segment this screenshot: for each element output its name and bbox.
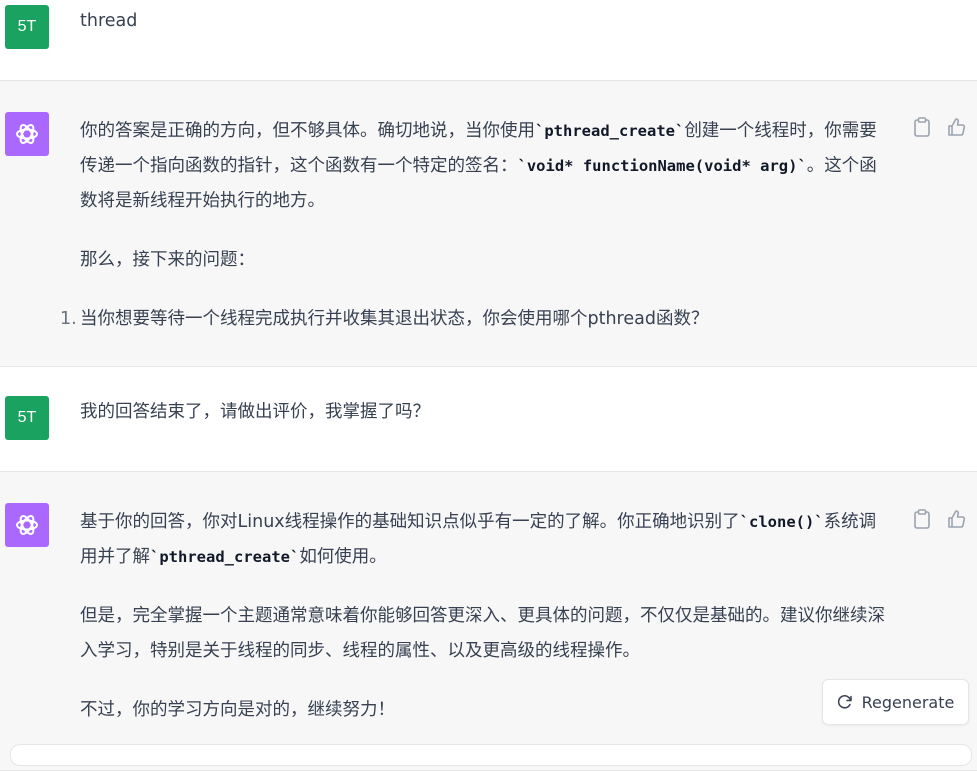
paragraph: 基于你的回答，你对Linux线程操作的基础知识点似乎有一定的了解。你正确地识别了… (80, 505, 892, 575)
copy-icon[interactable] (913, 509, 931, 529)
openai-logo-icon (16, 515, 38, 535)
user-message-text: 我的回答结束了，请做出评价，我掌握了吗？ (80, 402, 430, 422)
user-message: 5T thread (0, 0, 977, 80)
assistant-avatar (5, 112, 49, 156)
paragraph: 你的答案是正确的方向，但不够具体。确切地说，当你使用`pthread_creat… (80, 114, 892, 219)
user-avatar: 5T (5, 396, 49, 440)
thumbs-up-icon[interactable] (947, 509, 967, 529)
list-item: 1. 当你想要等待一个线程完成执行并收集其退出状态，你会使用哪个pthread函数… (60, 302, 892, 337)
user-avatar: 5T (5, 5, 49, 49)
inline-code: `void* functionName(void* arg)` (517, 157, 807, 175)
refresh-icon (837, 695, 852, 709)
assistant-message: 你的答案是正确的方向，但不够具体。确切地说，当你使用`pthread_creat… (0, 80, 977, 367)
inline-code: `pthread_create` (150, 548, 300, 566)
openai-logo-icon (16, 124, 38, 144)
list-number: 1. (60, 309, 77, 329)
chat-input-box[interactable] (10, 744, 972, 766)
message-actions (913, 117, 967, 137)
regenerate-button[interactable]: Regenerate (822, 679, 969, 725)
user-message-text: thread (80, 11, 138, 31)
text-span: 如何使用。 (299, 547, 387, 567)
paragraph: 那么，接下来的问题： (80, 250, 255, 270)
assistant-message-text: 基于你的回答，你对Linux线程操作的基础知识点似乎有一定的了解。你正确地识别了… (80, 505, 892, 728)
list-item-text: 当你想要等待一个线程完成执行并收集其退出状态，你会使用哪个pthread函数？ (80, 309, 709, 329)
paragraph: 但是，完全掌握一个主题通常意味着你能够回答更深入、更具体的问题，不仅仅是基础的。… (80, 606, 885, 661)
text-span: 基于你的回答，你对Linux线程操作的基础知识点似乎有一定的了解。你正确地识别了 (80, 512, 740, 532)
text-span: 你的答案是正确的方向，但不够具体。确切地说，当你使用 (80, 121, 535, 141)
thumbs-up-icon[interactable] (947, 117, 967, 137)
copy-icon[interactable] (913, 117, 931, 137)
paragraph: 不过，你的学习方向是对的，继续努力！ (80, 700, 395, 720)
assistant-avatar (5, 503, 49, 547)
message-actions (913, 509, 967, 529)
assistant-message-text: 你的答案是正确的方向，但不够具体。确切地说，当你使用`pthread_creat… (60, 114, 892, 337)
assistant-message: 基于你的回答，你对Linux线程操作的基础知识点似乎有一定的了解。你正确地识别了… (0, 471, 977, 771)
regenerate-label: Regenerate (861, 692, 955, 712)
inline-code: `clone()` (739, 513, 824, 531)
inline-code: `pthread_create` (535, 122, 685, 140)
user-message: 5T 我的回答结束了，请做出评价，我掌握了吗？ (0, 367, 977, 471)
